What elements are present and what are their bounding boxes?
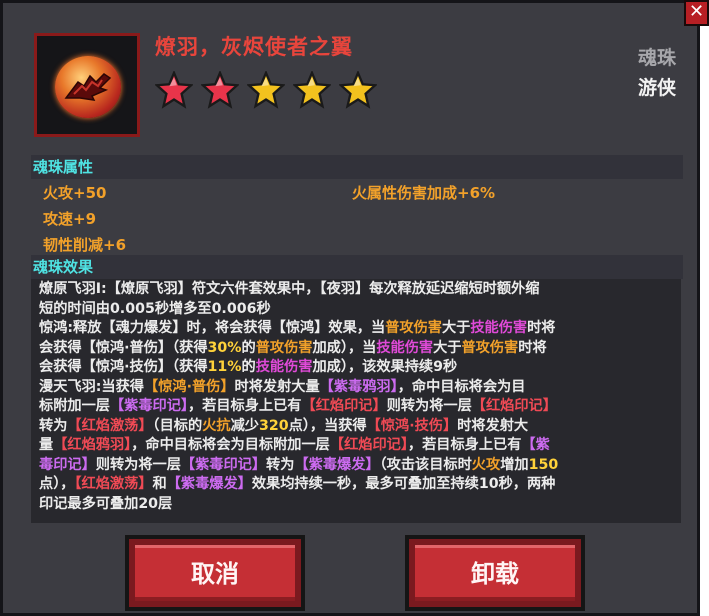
item-title: 燎羽，灰烬使者之翼 xyxy=(155,35,353,59)
effect-text-segment: 加成），该效果持续9秒 xyxy=(312,359,458,375)
effect-line: 点），【红焰激荡】和【紫毒爆发】效果均持续一秒，最多可叠加至持续10秒，两种 xyxy=(39,475,675,495)
effect-text-segment: ，命中目标将会为目 xyxy=(397,378,526,395)
effect-text-segment: 【紫毒鸦羽】 xyxy=(319,378,398,395)
item-class-label: 游侠 xyxy=(637,77,676,99)
effect-text-segment: 火抗 xyxy=(202,417,231,434)
effect-description-box[interactable]: 燎原飞羽Ⅰ:【燎原飞羽】符文六件套效果中，【夜羽】每次释放延迟缩短时额外缩 短的时… xyxy=(31,279,681,523)
effect-line: 毒印记】则转为将一层【紫毒印记】转为【紫毒爆发】（攻击该目标时火攻增加150 xyxy=(39,456,675,476)
effect-text-segment: 【红焰印记】 xyxy=(329,437,408,453)
effect-text-segment: 普攻伤害 xyxy=(461,339,519,356)
effect-text-segment: 普攻伤害 xyxy=(385,320,442,336)
unload-button[interactable]: 卸载 xyxy=(405,535,585,611)
effect-line: 会获得【惊鸿·技伤】（获得11%的技能伤害加成），该效果持续9秒 xyxy=(39,358,675,378)
effect-text-segment: 燎原飞羽Ⅰ:【燎原飞羽】符文六件套效果中，【夜羽】每次释放延迟缩短时额外缩 xyxy=(39,281,540,297)
effect-text-segment: 技能伤害 xyxy=(376,339,434,356)
attribute-toughness-reduction: 韧性削减+6 xyxy=(43,236,127,254)
effect-text-segment: 30% xyxy=(207,339,242,356)
attribute-fire-attack: 火攻+50 xyxy=(43,184,107,202)
effect-line: 短的时间由0.005秒增多至0.006秒 xyxy=(39,300,675,320)
effect-text-segment: 的 xyxy=(241,339,256,356)
effect-text-segment: 技能伤害 xyxy=(470,320,528,336)
effect-text-segment: 减少 xyxy=(230,417,259,434)
effect-text-segment: （攻击该目标时 xyxy=(379,456,472,473)
attribute-fire-damage-bonus: 火属性伤害加成+6% xyxy=(352,184,496,202)
soul-orb-icon-frame xyxy=(34,33,140,137)
effect-text-segment: 时将发射大 xyxy=(457,417,529,434)
effect-text-segment: 则转为将一层 xyxy=(386,398,472,414)
effect-text-segment: 转为 xyxy=(39,417,68,434)
effect-text-segment: ，命中目标将会为目标附加一层 xyxy=(131,437,330,453)
effect-text-segment: 【红焰激荡】 xyxy=(67,417,153,434)
effect-text-segment: 【紫毒印记】 xyxy=(180,456,267,473)
effect-text-segment: 时将 xyxy=(518,339,547,356)
effect-text-segment: 点）， xyxy=(39,476,75,492)
effect-text-segment: 时将发射大量 xyxy=(234,378,320,395)
effect-text-segment: 标附加一层 xyxy=(39,398,110,414)
cancel-button[interactable]: 取消 xyxy=(125,535,305,611)
effect-text-segment: 320 xyxy=(258,417,289,434)
star-icon xyxy=(155,71,193,109)
unload-button-label: 卸载 xyxy=(415,545,575,601)
effect-text-segment: 则转为将一层 xyxy=(95,456,181,473)
effect-text-segment: 短的时间由0.005秒增多至0.006秒 xyxy=(39,300,271,317)
effect-text-segment: 的 xyxy=(241,359,256,375)
effect-text-segment: 【红焰鸦羽】 xyxy=(53,437,132,453)
effect-text-segment: 点），当获得 xyxy=(288,417,367,434)
effect-text-segment: 普攻伤害 xyxy=(255,339,313,356)
effect-text-segment: 惊鸿:释放【魂力爆发】时，将会获得【惊鸿】效果，当 xyxy=(39,320,386,336)
effect-text-segment: 150 xyxy=(528,456,559,473)
effect-text-segment: 量 xyxy=(39,437,54,453)
effect-text-segment: 【紫毒印记】 xyxy=(109,398,188,414)
effect-text-segment: 【红焰印记】 xyxy=(471,398,557,414)
star-icon xyxy=(293,71,331,109)
effect-text-segment: 【紫毒爆发】 xyxy=(166,476,252,492)
star-icon xyxy=(201,71,239,109)
effect-text-segment: 大于 xyxy=(441,320,471,336)
effect-text-segment: 大于 xyxy=(433,339,462,356)
effect-line: 印记最多可叠加20层 xyxy=(39,495,675,515)
effect-text-segment: 增加 xyxy=(500,456,529,473)
item-detail-panel: 燎羽，灰烬使者之翼 魂珠 游侠 魂珠属性 火攻+50 火属性伤害加成+6% 攻速… xyxy=(0,0,700,616)
effect-text-segment: ，若目标身上已有 xyxy=(407,437,522,453)
effect-line: 会获得【惊鸿·普伤】（获得30%的普攻伤害加成），当技能伤害大于普攻伤害时将 xyxy=(39,339,675,359)
effect-line: 惊鸿:释放【魂力爆发】时，将会获得【惊鸿】效果，当普攻伤害大于技能伤害时将 xyxy=(39,319,675,339)
effect-text-segment: 和 xyxy=(152,476,167,492)
effect-text-segment: 【紫毒爆发】 xyxy=(294,456,380,473)
item-type-label: 魂珠 xyxy=(637,47,676,69)
effect-text-segment: 效果均持续一秒，最多可叠加至持续10秒，两种 xyxy=(251,476,556,492)
effect-line: 量【红焰鸦羽】，命中目标将会为目标附加一层【红焰印记】，若目标身上已有【紫 xyxy=(39,436,675,456)
effect-text-segment: 漫天飞羽:当获得 xyxy=(39,378,144,395)
effect-text-segment: 【红焰激荡】 xyxy=(74,476,153,492)
effect-text-segment: 【惊鸿·普伤】 xyxy=(144,378,235,395)
attributes-section-title: 魂珠属性 xyxy=(31,155,683,179)
effect-text-segment: 11% xyxy=(207,359,242,375)
effect-line: 漫天飞羽:当获得【惊鸿·普伤】时将发射大量【紫毒鸦羽】，命中目标将会为目 xyxy=(39,378,675,398)
effect-text-segment: 【红焰印记】 xyxy=(301,398,387,414)
star-icon xyxy=(339,71,377,109)
effect-text-segment: 【紫 xyxy=(521,437,550,453)
effect-text-segment: 印记最多可叠加20层 xyxy=(39,495,173,512)
effect-line: 转为【红焰激荡】（目标的火抗减少320点），当获得【惊鸿·技伤】时将发射大 xyxy=(39,417,675,437)
effect-text-segment: 技能伤害 xyxy=(255,359,313,375)
effect-text-segment: 时将 xyxy=(527,320,556,336)
close-icon[interactable]: ✕ xyxy=(684,0,709,26)
star-icon xyxy=(247,71,285,109)
effect-text-segment: 加成），当 xyxy=(312,339,377,356)
attribute-attack-speed: 攻速+9 xyxy=(43,210,97,228)
effect-text-segment: 【惊鸿·技伤】 xyxy=(366,417,458,434)
effect-text-segment: 会获得【惊鸿·技伤】（获得 xyxy=(39,359,208,375)
effect-text-segment: 毒印记】 xyxy=(39,456,96,473)
effect-line: 标附加一层【紫毒印记】，若目标身上已有【红焰印记】则转为将一层【红焰印记】 xyxy=(39,397,675,417)
effect-line: 燎原飞羽Ⅰ:【燎原飞羽】符文六件套效果中，【夜羽】每次释放延迟缩短时额外缩 xyxy=(39,280,675,300)
effect-text-segment: ，若目标身上已有 xyxy=(187,398,302,414)
effect-description: 燎原飞羽Ⅰ:【燎原飞羽】符文六件套效果中，【夜羽】每次释放延迟缩短时额外缩 短的时… xyxy=(39,280,675,514)
wing-icon xyxy=(64,73,112,101)
effect-text-segment: （目标的 xyxy=(152,417,203,434)
effect-text-segment: 转为 xyxy=(266,456,295,473)
effect-text-segment: 会获得【惊鸿·普伤】（获得 xyxy=(39,339,208,356)
effect-section-title: 魂珠效果 xyxy=(31,255,683,279)
cancel-button-label: 取消 xyxy=(135,545,295,601)
star-rating xyxy=(155,71,377,109)
effect-text-segment: 火攻 xyxy=(471,456,501,473)
